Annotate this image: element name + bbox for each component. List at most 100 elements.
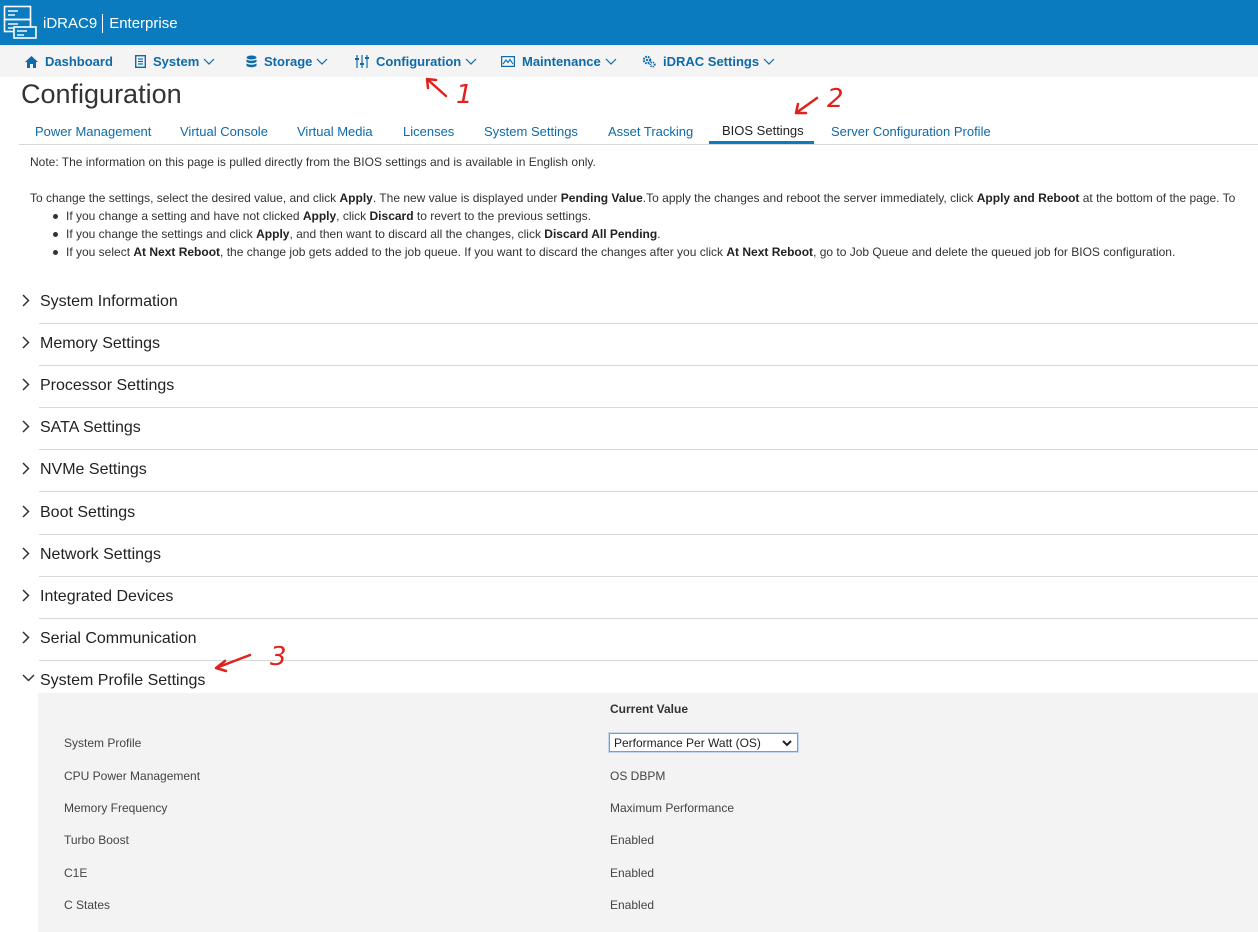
bullet-text: , go to Job Queue and delete the queued … xyxy=(813,245,1176,259)
bullet-bold: Discard xyxy=(369,209,414,223)
chevron-down-icon xyxy=(316,58,328,65)
section-nvme-settings[interactable]: NVMe Settings xyxy=(18,450,1258,492)
annotation-number-2: 2 xyxy=(827,84,844,114)
instr-text: . The new value is displayed under xyxy=(372,191,561,205)
current-value-header: Current Value xyxy=(610,702,689,716)
instr-apply: Apply xyxy=(339,191,373,205)
setting-label: Memory Frequency xyxy=(64,801,168,815)
chevron-down-icon xyxy=(763,58,775,65)
section-label: Boot Settings xyxy=(40,504,136,521)
chevron-down-icon xyxy=(605,58,617,65)
section-memory-settings[interactable]: Memory Settings xyxy=(18,324,1258,366)
setting-value: Enabled xyxy=(610,833,655,847)
instr-text: To change the settings, select the desir… xyxy=(30,191,340,205)
bullet-text: , click xyxy=(336,209,370,223)
nav-configuration[interactable]: Configuration xyxy=(355,54,477,69)
maintenance-icon xyxy=(501,56,515,67)
chevron-right-icon xyxy=(22,631,30,644)
section-sata-settings[interactable]: SATA Settings xyxy=(18,408,1258,450)
section-label: SATA Settings xyxy=(40,419,141,436)
chevron-right-icon xyxy=(22,462,30,475)
product-brand: iDRAC9 Enterprise xyxy=(43,14,178,33)
tab-power-management[interactable]: Power Management xyxy=(35,124,151,139)
product-edition: Enterprise xyxy=(109,15,178,32)
nav-storage-label: Storage xyxy=(264,54,313,69)
chevron-right-icon xyxy=(22,420,30,433)
top-banner: iDRAC9 Enterprise xyxy=(0,0,1258,45)
chevron-right-icon xyxy=(22,589,30,602)
chevron-right-icon xyxy=(22,547,30,560)
bullet-item: If you select At Next Reboot, the change… xyxy=(52,245,1176,263)
tab-bios-settings[interactable]: BIOS Settings xyxy=(722,123,804,138)
section-integrated-devices[interactable]: Integrated Devices xyxy=(18,577,1258,619)
section-label: System Profile Settings xyxy=(40,672,206,689)
instr-text: at the bottom of the page. To xyxy=(1079,191,1236,205)
section-network-settings[interactable]: Network Settings xyxy=(18,535,1258,577)
setting-value: Maximum Performance xyxy=(610,801,735,815)
section-serial-communication[interactable]: Serial Communication xyxy=(18,619,1258,661)
section-label: Network Settings xyxy=(40,546,161,563)
nav-idrac-settings-label: iDRAC Settings xyxy=(663,54,760,69)
system-icon xyxy=(135,55,146,68)
setting-label: C States xyxy=(64,898,111,912)
nav-dashboard-label: Dashboard xyxy=(45,54,113,69)
annotation-number-1: 1 xyxy=(456,80,473,110)
bullet-bold: Discard All Pending xyxy=(544,227,658,241)
tab-bar: Power Management Virtual Console Virtual… xyxy=(19,117,1258,145)
section-label: NVMe Settings xyxy=(40,461,147,478)
section-label: Memory Settings xyxy=(40,335,161,352)
chevron-right-icon xyxy=(22,294,30,307)
bullet-item: If you change a setting and have not cli… xyxy=(52,209,1175,227)
tab-server-configuration-profile[interactable]: Server Configuration Profile xyxy=(831,124,991,139)
annotation-arrow-3 xyxy=(214,653,252,673)
setting-value: OS DBPM xyxy=(610,769,666,783)
annotation-arrow-1 xyxy=(425,77,448,98)
section-label: Serial Communication xyxy=(40,630,197,647)
chevron-down-icon xyxy=(465,58,477,65)
nav-system[interactable]: System xyxy=(135,54,215,69)
chevron-right-icon xyxy=(22,336,30,349)
home-icon xyxy=(25,55,38,68)
tab-virtual-console[interactable]: Virtual Console xyxy=(180,124,268,139)
chevron-right-icon xyxy=(22,505,30,518)
gears-icon xyxy=(642,55,656,68)
nav-idrac-settings[interactable]: iDRAC Settings xyxy=(642,54,775,69)
section-boot-settings[interactable]: Boot Settings xyxy=(18,493,1258,535)
setting-label: CPU Power Management xyxy=(64,769,201,783)
section-system-profile-settings[interactable]: System Profile Settings xyxy=(18,661,1258,693)
bullet-bold: At Next Reboot xyxy=(726,245,814,259)
nav-maintenance-label: Maintenance xyxy=(522,54,601,69)
tab-licenses[interactable]: Licenses xyxy=(403,124,454,139)
brand-divider xyxy=(102,14,104,33)
section-processor-settings[interactable]: Processor Settings xyxy=(18,366,1258,408)
setting-value: Enabled xyxy=(610,866,655,880)
storage-icon xyxy=(246,55,257,68)
bullet-text: , the change job gets added to the job q… xyxy=(220,245,727,259)
section-system-information[interactable]: System Information xyxy=(18,282,1258,324)
chevron-down-icon xyxy=(22,674,35,682)
instructions-text: To change the settings, select the desir… xyxy=(30,191,1235,205)
instr-pending-value: Pending Value xyxy=(560,191,643,205)
nav-storage[interactable]: Storage xyxy=(246,54,328,69)
instruction-bullets: If you change a setting and have not cli… xyxy=(52,209,1176,263)
annotation-arrow-2 xyxy=(794,96,819,115)
tab-system-settings[interactable]: System Settings xyxy=(484,124,578,139)
chevron-down-icon xyxy=(203,58,215,65)
system-profile-select[interactable]: Performance Per Watt (OS) xyxy=(609,733,798,752)
instr-text: .To apply the changes and reboot the ser… xyxy=(642,191,977,205)
bullet-bold: Apply xyxy=(302,209,337,223)
nav-maintenance[interactable]: Maintenance xyxy=(501,54,617,69)
bullet-bold: Apply xyxy=(256,227,290,241)
server-logo-icon xyxy=(3,5,37,39)
bullet-text: If you change the settings and click xyxy=(66,227,257,241)
setting-label: System Profile xyxy=(64,736,142,750)
nav-dashboard[interactable]: Dashboard xyxy=(25,54,113,69)
bullet-text: . xyxy=(657,227,661,241)
bullet-item: If you change the settings and click App… xyxy=(52,227,1175,245)
bullet-text: If you change a setting and have not cli… xyxy=(66,209,303,223)
annotation-number-3: 3 xyxy=(270,642,287,672)
tab-asset-tracking[interactable]: Asset Tracking xyxy=(608,124,693,139)
tab-virtual-media[interactable]: Virtual Media xyxy=(297,124,373,139)
setting-value: Enabled xyxy=(610,898,655,912)
system-profile-selected: Performance Per Watt (OS) xyxy=(614,736,761,750)
